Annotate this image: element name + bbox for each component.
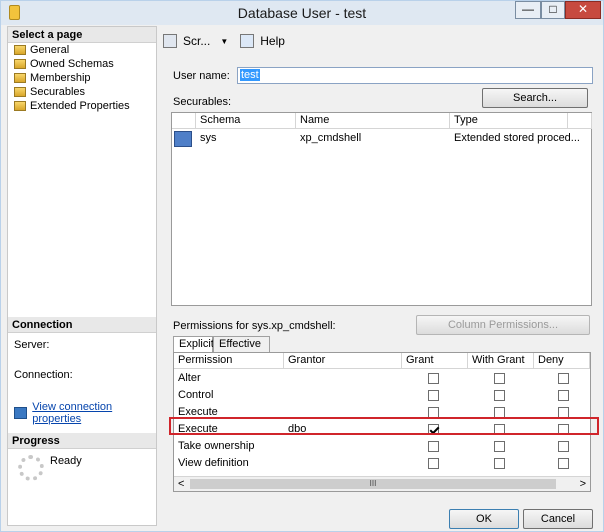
perm-header-grantor[interactable]: Grantor <box>284 353 402 369</box>
page-icon <box>14 59 26 69</box>
tab-effective[interactable]: Effective <box>213 336 270 352</box>
grant-checkbox[interactable] <box>428 458 439 469</box>
permission-name[interactable]: Take ownership <box>174 439 284 453</box>
script-icon[interactable] <box>163 34 177 48</box>
page-list: General Owned Schemas Membership Securables… <box>8 43 156 113</box>
grant-checkbox[interactable] <box>428 373 439 384</box>
progress-spinner-icon <box>18 455 44 481</box>
securables-label: Securables: <box>173 96 232 108</box>
dialog-window: Database User - test — □ ✕ Select a page… <box>0 0 604 532</box>
perm-header-with-grant[interactable]: With Grant <box>468 353 534 369</box>
sidebar-item-extended-properties[interactable]: Extended Properties <box>8 99 156 113</box>
deny-checkbox[interactable] <box>558 390 569 401</box>
deny-checkbox[interactable] <box>558 458 569 469</box>
with-grant-checkbox[interactable] <box>494 441 505 452</box>
server-value <box>14 349 154 359</box>
securable-type[interactable]: Extended stored proced... <box>450 131 592 145</box>
scroll-left-arrow[interactable]: < <box>178 478 184 490</box>
search-button[interactable]: Search... <box>482 88 588 108</box>
securables-header-name[interactable]: Name <box>296 113 450 129</box>
page-icon <box>14 101 26 111</box>
column-permissions-button[interactable]: Column Permissions... <box>416 315 590 335</box>
help-icon[interactable] <box>240 34 255 48</box>
page-icon <box>14 73 26 83</box>
script-button[interactable]: Scr... <box>183 34 210 48</box>
user-name-input[interactable]: test <box>237 67 593 84</box>
sidebar-item-label: Owned Schemas <box>30 58 114 70</box>
securable-name[interactable]: xp_cmdshell <box>296 131 450 145</box>
permissions-label: Permissions for sys.xp_cmdshell: <box>173 320 336 332</box>
tab-explicit[interactable]: Explicit <box>173 336 214 353</box>
sidebar-item-label: Extended Properties <box>30 100 130 112</box>
permission-name[interactable]: Alter <box>174 371 284 385</box>
with-grant-checkbox[interactable] <box>494 458 505 469</box>
ok-button[interactable]: OK <box>449 509 519 529</box>
permission-grantor <box>284 388 402 390</box>
left-panel: Select a page General Owned Schemas Member… <box>7 26 157 526</box>
progress-status: Ready <box>50 455 82 467</box>
deny-checkbox[interactable] <box>558 373 569 384</box>
user-name-value: test <box>240 69 260 81</box>
view-connection-link-row[interactable]: View connection properties <box>14 401 156 425</box>
horizontal-scrollbar[interactable]: < III > <box>174 476 590 491</box>
securables-header-extra <box>568 113 592 129</box>
minimize-button[interactable]: — <box>515 1 541 19</box>
permission-grantor <box>284 439 402 441</box>
user-name-label: User name: <box>173 70 230 82</box>
sidebar-item-membership[interactable]: Membership <box>8 71 156 85</box>
sidebar-item-label: Membership <box>30 72 91 84</box>
maximize-button[interactable]: □ <box>541 1 565 19</box>
sidebar-item-label: General <box>30 44 70 56</box>
connection-header: Connection <box>8 317 156 333</box>
page-icon <box>14 45 26 55</box>
with-grant-checkbox[interactable] <box>494 390 505 401</box>
extended-proc-icon <box>174 131 192 147</box>
securables-grid[interactable]: Schema Name Type sys xp_cmdshell Extende… <box>171 112 592 306</box>
securables-header-schema[interactable]: Schema <box>196 113 296 129</box>
help-button[interactable]: Help <box>260 34 285 48</box>
toolbar: Scr... ▼ Help <box>163 30 285 52</box>
page-icon <box>14 87 26 97</box>
highlight-box <box>169 417 599 435</box>
scroll-thumb[interactable]: III <box>190 479 556 489</box>
securables-header-type[interactable]: Type <box>450 113 568 129</box>
cancel-button[interactable]: Cancel <box>523 509 593 529</box>
deny-checkbox[interactable] <box>558 441 569 452</box>
grant-checkbox[interactable] <box>428 390 439 401</box>
permission-grantor <box>284 456 402 458</box>
sidebar-item-general[interactable]: General <box>8 43 156 57</box>
securable-schema[interactable]: sys <box>196 131 296 145</box>
sidebar-item-securables[interactable]: Securables <box>8 85 156 99</box>
select-page-header: Select a page <box>8 27 156 43</box>
permission-name[interactable]: View definition <box>174 456 284 470</box>
connection-value <box>14 379 154 389</box>
window-title: Database User - test <box>237 5 367 21</box>
connection-properties-icon <box>14 407 28 419</box>
view-connection-properties-link[interactable]: View connection properties <box>32 401 156 425</box>
close-button[interactable]: ✕ <box>565 1 601 19</box>
permission-grantor <box>284 371 402 373</box>
script-dropdown-arrow[interactable]: ▼ <box>220 37 228 46</box>
permission-grantor <box>284 405 402 407</box>
scroll-right-arrow[interactable]: > <box>580 478 586 490</box>
perm-header-grant[interactable]: Grant <box>402 353 468 369</box>
sidebar-item-owned-schemas[interactable]: Owned Schemas <box>8 57 156 71</box>
progress-header: Progress <box>8 433 156 449</box>
permission-name[interactable]: Control <box>174 388 284 402</box>
grant-checkbox[interactable] <box>428 441 439 452</box>
perm-header-permission[interactable]: Permission <box>174 353 284 369</box>
perm-header-deny[interactable]: Deny <box>534 353 590 369</box>
with-grant-checkbox[interactable] <box>494 373 505 384</box>
securables-header-icon-col <box>172 113 196 129</box>
title-bar[interactable]: Database User - test — □ ✕ <box>1 1 603 25</box>
sidebar-item-label: Securables <box>30 86 86 98</box>
